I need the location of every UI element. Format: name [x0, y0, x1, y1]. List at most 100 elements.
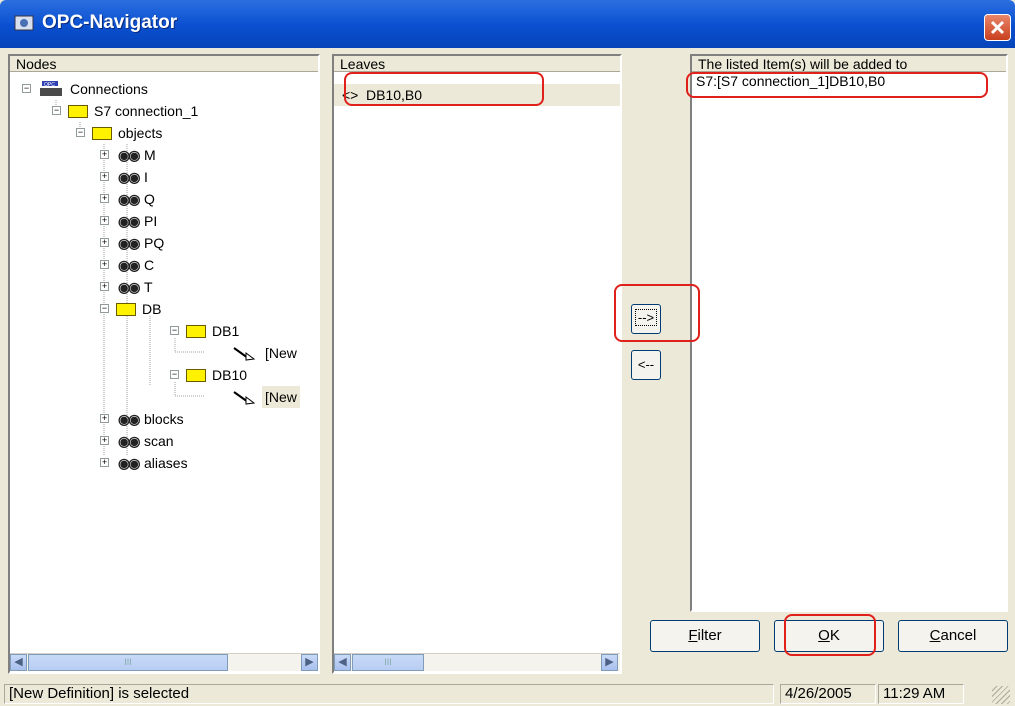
- tree-item-label: PI: [144, 213, 158, 229]
- collapse-icon[interactable]: −: [76, 128, 85, 137]
- binoculars-icon: ◉◉: [118, 411, 140, 427]
- folder-icon: [116, 303, 136, 316]
- tree-item-i[interactable]: + ◉◉ I: [10, 166, 310, 188]
- nodes-panel[interactable]: Nodes − OPC Connections − S7 connection_…: [8, 54, 320, 674]
- tree-item-label: DB10: [212, 367, 248, 383]
- tree-item-pi[interactable]: + ◉◉ PI: [10, 210, 310, 232]
- wand-icon: [233, 347, 256, 361]
- expand-icon[interactable]: +: [100, 216, 109, 225]
- scroll-right-button[interactable]: ▶: [301, 654, 318, 671]
- collapse-icon[interactable]: −: [170, 370, 179, 379]
- svg-text:OPC: OPC: [44, 82, 55, 88]
- scroll-left-button[interactable]: ◀: [10, 654, 27, 671]
- expand-icon[interactable]: +: [100, 414, 109, 423]
- binoculars-icon: ◉◉: [118, 279, 140, 295]
- tree-item-db1[interactable]: − DB1: [10, 320, 310, 342]
- binoculars-icon: ◉◉: [118, 455, 140, 471]
- opc-navigator-icon: [14, 15, 34, 31]
- tree-item-label: Connections: [70, 81, 148, 97]
- scroll-thumb[interactable]: III: [28, 654, 228, 671]
- remove-item-button[interactable]: <--: [631, 350, 661, 380]
- tree-item-label: T: [144, 279, 153, 295]
- resize-grip-icon[interactable]: [992, 686, 1010, 704]
- close-icon: [990, 20, 1005, 35]
- highlight-ok-button: [784, 614, 876, 656]
- collapse-icon[interactable]: −: [100, 304, 109, 313]
- tree-item-new-definition-db1[interactable]: [New: [10, 342, 318, 364]
- window-title: OPC-Navigator: [42, 12, 178, 33]
- tree-item-label-selected: [New: [262, 386, 300, 408]
- folder-icon: [186, 369, 206, 382]
- tree-item-label: C: [144, 257, 155, 273]
- folder-icon: [186, 325, 206, 338]
- tree-item-scan[interactable]: + ◉◉ scan: [10, 430, 310, 452]
- expand-icon[interactable]: +: [100, 458, 109, 467]
- tree-item-aliases[interactable]: + ◉◉ aliases: [10, 452, 310, 474]
- tree-item-label: aliases: [144, 455, 188, 471]
- leaves-horizontal-scrollbar[interactable]: ◀ III ▶: [334, 653, 620, 671]
- filter-accesskey: F: [688, 627, 698, 644]
- highlight-add-button: [614, 284, 700, 342]
- cancel-label: ancel: [940, 627, 977, 644]
- close-button[interactable]: [984, 14, 1011, 41]
- tree-item-connections[interactable]: − OPC Connections: [10, 78, 310, 100]
- tree-item-pq[interactable]: + ◉◉ PQ: [10, 232, 310, 254]
- remove-item-label: <--: [637, 357, 655, 372]
- binoculars-icon: ◉◉: [118, 169, 140, 185]
- expand-icon[interactable]: +: [100, 172, 109, 181]
- tree-item-label: M: [144, 147, 156, 163]
- collapse-icon[interactable]: −: [52, 106, 61, 115]
- tree-item-label: scan: [144, 433, 174, 449]
- tree-item-blocks[interactable]: + ◉◉ blocks: [10, 408, 310, 430]
- tree-item-q[interactable]: + ◉◉ Q: [10, 188, 310, 210]
- scroll-left-button[interactable]: ◀: [334, 654, 351, 671]
- opc-navigator-window: OPC-Navigator Nodes − OPC Connections − …: [0, 0, 1015, 706]
- scroll-right-button[interactable]: ▶: [601, 654, 618, 671]
- binoculars-icon: ◉◉: [118, 235, 140, 251]
- tree-item-label: PQ: [144, 235, 165, 251]
- tree-item-new-definition-db10[interactable]: [New: [10, 386, 318, 408]
- title-bar[interactable]: OPC-Navigator: [0, 0, 1015, 48]
- binoculars-icon: ◉◉: [118, 191, 140, 207]
- filter-label: ilter: [697, 627, 722, 644]
- leaves-panel[interactable]: Leaves <> DB10,B0 ◀ III ▶: [332, 54, 622, 674]
- expand-icon[interactable]: +: [100, 436, 109, 445]
- scroll-thumb[interactable]: III: [352, 654, 424, 671]
- tree-item-label: objects: [118, 125, 163, 141]
- tree-item-label: I: [144, 169, 148, 185]
- status-message: [New Definition] is selected: [4, 684, 774, 704]
- tree-item-c[interactable]: + ◉◉ C: [10, 254, 310, 276]
- binoculars-icon: ◉◉: [118, 257, 140, 273]
- filter-button[interactable]: Filter: [650, 620, 760, 652]
- status-time: 11:29 AM: [878, 684, 964, 704]
- folder-icon: [68, 105, 88, 118]
- cancel-button[interactable]: Cancel: [898, 620, 1008, 652]
- nodes-horizontal-scrollbar[interactable]: ◀ III ▶: [10, 653, 318, 671]
- collapse-icon[interactable]: −: [22, 84, 31, 93]
- expand-icon[interactable]: +: [100, 282, 109, 291]
- wand-icon: [233, 391, 256, 405]
- expand-icon[interactable]: +: [100, 238, 109, 247]
- folder-icon: [92, 127, 112, 140]
- tree-item-db10[interactable]: − DB10: [10, 364, 310, 386]
- tree-item-m[interactable]: + ◉◉ M: [10, 144, 310, 166]
- target-items-panel[interactable]: The listed Item(s) will be added to S7:[…: [690, 54, 1008, 612]
- tree-item-db[interactable]: − DB: [10, 298, 310, 320]
- tree-item-s7-connection[interactable]: − S7 connection_1: [10, 100, 310, 122]
- collapse-icon[interactable]: −: [170, 326, 179, 335]
- expand-icon[interactable]: +: [100, 260, 109, 269]
- tree-item-label: DB1: [212, 323, 240, 339]
- tree-item-t[interactable]: + ◉◉ T: [10, 276, 310, 298]
- tree-item-label: Q: [144, 191, 155, 207]
- tree-item-objects[interactable]: − objects: [10, 122, 310, 144]
- leaves-column-header[interactable]: Leaves: [334, 56, 620, 72]
- status-bar: [New Definition] is selected 4/26/2005 1…: [0, 682, 1015, 706]
- expand-icon[interactable]: +: [100, 150, 109, 159]
- status-date: 4/26/2005: [780, 684, 876, 704]
- expand-icon[interactable]: +: [100, 194, 109, 203]
- highlight-leaf: [344, 72, 544, 106]
- network-icon: OPC: [40, 81, 62, 96]
- tree-item-label: S7 connection_1: [94, 103, 199, 119]
- tree-item-label: blocks: [144, 411, 184, 427]
- binoculars-icon: ◉◉: [118, 147, 140, 163]
